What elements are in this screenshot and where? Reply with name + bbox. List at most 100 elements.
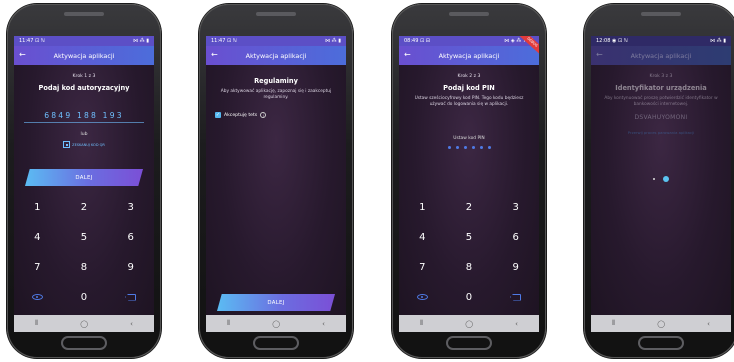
system-nav-bar: ⦀ ◯ ‹ (591, 315, 731, 332)
key-3[interactable]: 3 (492, 192, 539, 222)
status-icons-right: ⋈ ⁂ ▮ (710, 38, 726, 44)
or-separator: lub (80, 132, 88, 137)
key-2[interactable]: 2 (61, 192, 108, 222)
back-arrow-icon[interactable]: ← (211, 50, 218, 59)
recent-apps-icon[interactable]: ⦀ (227, 319, 230, 328)
screen-device-identifier: 12:08 ◉ ⊡ ℕ ⋈ ⁂ ▮ ← Aktywacja aplikacji … (591, 36, 731, 332)
key-7[interactable]: 7 (14, 252, 61, 282)
pin-label: Ustaw kod PIN (453, 136, 485, 141)
show-code-key[interactable] (14, 282, 61, 312)
app-bar: ← Aktywacja aplikacji (591, 46, 731, 65)
next-button[interactable]: DALEJ (25, 169, 143, 186)
backspace-icon (510, 293, 522, 301)
status-bar: 08:49 ⊡ ⊟ ⋈ ◈ ⁂ 74% (399, 36, 539, 46)
home-icon[interactable]: ◯ (80, 320, 88, 328)
phone-3: 08:49 ⊡ ⊟ ⋈ ◈ ⁂ 74% ← Aktywacja aplikacj… (392, 4, 546, 358)
key-8[interactable]: 8 (61, 252, 108, 282)
earpiece (64, 12, 104, 16)
eye-icon (416, 294, 428, 300)
page-title: Podaj kod autoryzacyjny (38, 84, 130, 92)
terms-checkbox[interactable]: ✓ (215, 112, 221, 118)
device-id-content: Krok 3 z 3 Identyfikator urządzenia Aby … (591, 74, 731, 135)
app-bar-title: Aktywacja aplikacji (630, 51, 692, 60)
screen-set-pin: 08:49 ⊡ ⊟ ⋈ ◈ ⁂ 74% ← Aktywacja aplikacj… (399, 36, 539, 332)
home-icon[interactable]: ◯ (657, 320, 665, 328)
back-nav-icon[interactable]: ‹ (130, 320, 133, 328)
info-icon[interactable]: i (260, 112, 267, 118)
back-arrow-icon[interactable]: ← (19, 50, 26, 59)
loading-indicator (591, 176, 731, 182)
status-icons-right: ⋈ ⁂ ▮ (325, 38, 341, 44)
authorization-code-input[interactable]: 6849 188 193 (14, 111, 154, 120)
app-bar-title: Aktywacja aplikacji (53, 51, 115, 60)
eye-icon (31, 294, 43, 300)
app-bar: ← Aktywacja aplikacji (399, 46, 539, 65)
numeric-keypad: 1 2 3 4 5 6 7 8 9 0 (14, 192, 154, 312)
home-icon[interactable]: ◯ (272, 320, 280, 328)
device-id-description: Aby kontynuować proszę potwierdzić ident… (604, 96, 718, 107)
back-nav-icon[interactable]: ‹ (515, 320, 518, 328)
pin-input[interactable] (399, 146, 539, 149)
phone-4: 12:08 ◉ ⊡ ℕ ⋈ ⁂ ▮ ← Aktywacja aplikacji … (584, 4, 734, 358)
key-8[interactable]: 8 (446, 252, 493, 282)
cancel-pairing-link[interactable]: Przerwij proces parowania aplikacji (591, 130, 731, 135)
backspace-key[interactable] (492, 282, 539, 312)
status-bar: 11:47 ⊡ ℕ ⋈ ⁂ ▮ (206, 36, 346, 46)
back-arrow-icon[interactable]: ← (596, 50, 603, 59)
status-icons-right: ⋈ ⁂ ▮ (133, 38, 149, 44)
pin-description: Ustaw sześciocyfrowy kod PIN. Tego kodu … (414, 96, 524, 107)
recent-apps-icon[interactable]: ⦀ (35, 319, 38, 328)
key-5[interactable]: 5 (61, 222, 108, 252)
key-0[interactable]: 0 (61, 282, 108, 312)
system-nav-bar: ⦀ ◯ ‹ (206, 315, 346, 332)
back-arrow-icon[interactable]: ← (404, 50, 411, 59)
show-pin-key[interactable] (399, 282, 446, 312)
backspace-key[interactable] (107, 282, 154, 312)
screen-authorization-code: 11:47 ⊡ ℕ ⋈ ⁂ ▮ ← Aktywacja aplikacji Kr… (14, 36, 154, 332)
key-9[interactable]: 9 (107, 252, 154, 282)
key-6[interactable]: 6 (107, 222, 154, 252)
key-9[interactable]: 9 (492, 252, 539, 282)
hardware-home-button[interactable] (61, 336, 107, 350)
pin-dot (479, 146, 483, 149)
app-bar: ← Aktywacja aplikacji (206, 46, 346, 65)
status-bar: 12:08 ◉ ⊡ ℕ ⋈ ⁂ ▮ (591, 36, 731, 46)
home-icon[interactable]: ◯ (465, 320, 473, 328)
hardware-home-button[interactable] (253, 336, 299, 350)
key-5[interactable]: 5 (446, 222, 493, 252)
step-indicator: Krok 3 z 3 (649, 74, 673, 79)
back-nav-icon[interactable]: ‹ (707, 320, 710, 328)
pin-dot (447, 146, 451, 149)
terms-description: Aby aktywować aplikację, zapoznaj się i … (220, 89, 332, 100)
status-time: 12:08 (596, 38, 611, 44)
recent-apps-icon[interactable]: ⦀ (420, 319, 423, 328)
key-4[interactable]: 4 (14, 222, 61, 252)
loader-dot-small (653, 178, 655, 180)
status-time: 11:47 (211, 38, 226, 44)
status-icons-left: ⊡ ℕ (35, 38, 45, 44)
key-6[interactable]: 6 (492, 222, 539, 252)
page-title: Regulaminy (254, 77, 298, 85)
key-4[interactable]: 4 (399, 222, 446, 252)
terms-checkbox-row[interactable]: ✓ Akceptuję tets i (206, 112, 346, 118)
scan-qr-link[interactable]: ZESKANUJ KOD QR (14, 141, 154, 148)
back-nav-icon[interactable]: ‹ (322, 320, 325, 328)
hardware-home-button[interactable] (638, 336, 684, 350)
system-nav-bar: ⦀ ◯ ‹ (399, 315, 539, 332)
next-button[interactable]: DALEJ (217, 294, 335, 311)
step-indicator: Krok 2 z 3 (457, 74, 481, 79)
recent-apps-icon[interactable]: ⦀ (612, 319, 615, 328)
page-title: Identyfikator urządzenia (615, 84, 707, 92)
key-1[interactable]: 1 (14, 192, 61, 222)
key-3[interactable]: 3 (107, 192, 154, 222)
pin-dot (463, 146, 467, 149)
key-7[interactable]: 7 (399, 252, 446, 282)
hardware-home-button[interactable] (446, 336, 492, 350)
key-1[interactable]: 1 (399, 192, 446, 222)
earpiece (641, 12, 681, 16)
status-time: 11:47 (19, 38, 34, 44)
key-2[interactable]: 2 (446, 192, 493, 222)
key-0[interactable]: 0 (446, 282, 493, 312)
code-input-underline (24, 122, 144, 123)
terms-checkbox-label: Akceptuję tets (224, 112, 258, 118)
